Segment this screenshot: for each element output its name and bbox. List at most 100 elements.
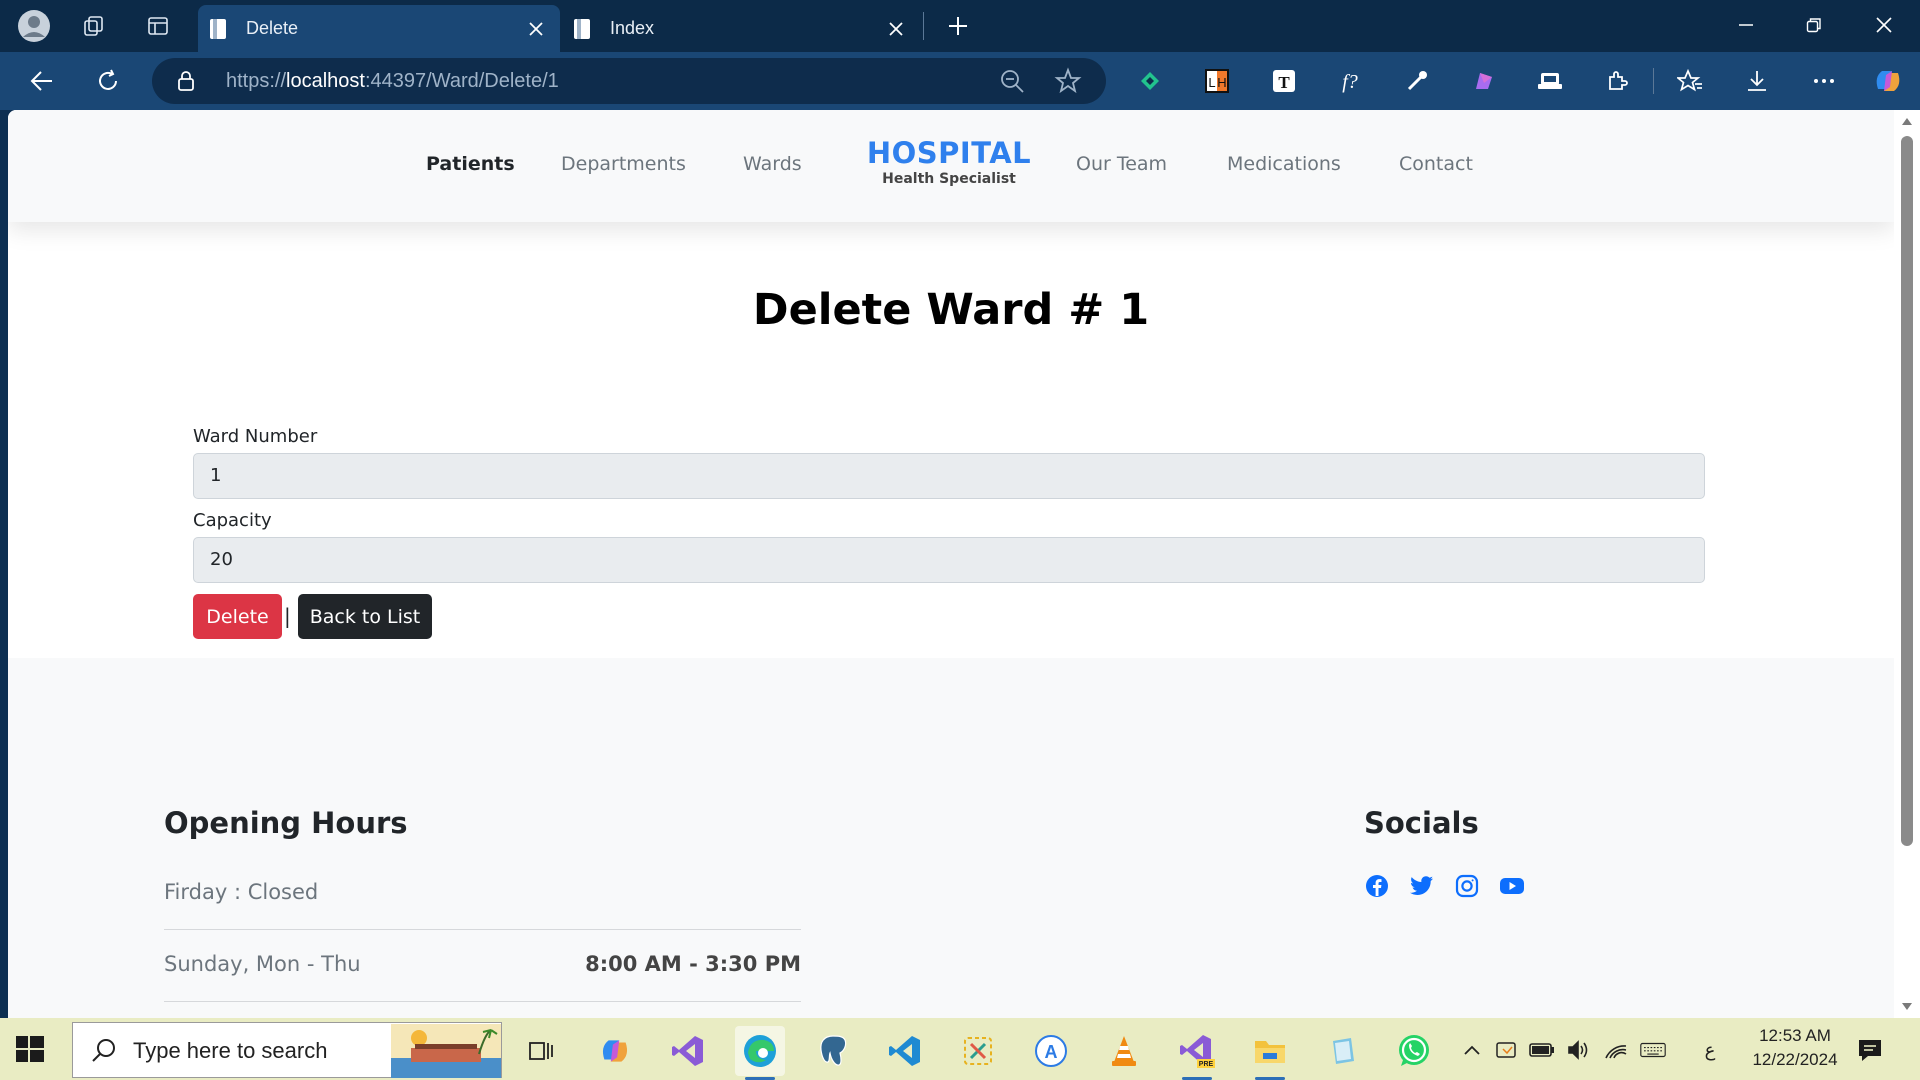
downloads-icon[interactable] [1741,65,1773,97]
copilot-app-icon[interactable] [590,1026,640,1076]
hours-row: Sunday, Mon - Thu 8:00 AM - 3:30 PM [164,930,801,1002]
search-icon [92,1039,115,1062]
hours-day: Sunday, Mon - Thu [164,952,361,976]
ward-number-field[interactable]: 1 [193,453,1705,499]
edge-browser-icon[interactable] [735,1026,785,1080]
site-footer: Opening Hours Firday : Closed Sunday, Mo… [8,658,1894,1018]
extensions-puzzle-icon[interactable] [1601,65,1633,97]
minimize-icon[interactable] [1712,0,1780,50]
facebook-icon[interactable] [1364,873,1390,899]
more-menu-icon[interactable] [1808,65,1840,97]
svg-text:PRE: PRE [1199,1061,1214,1068]
profile-icon[interactable] [16,8,52,44]
browser-tab-bar: Delete Index [0,0,1920,52]
page-title: Delete Ward # 1 [752,285,1150,335]
back-arrow-icon[interactable] [22,61,62,101]
visual-studio-icon[interactable] [663,1026,713,1076]
brand-title: HOSPITAL [866,136,1032,170]
task-view-icon[interactable] [516,1026,566,1076]
refresh-icon[interactable] [88,61,128,101]
close-window-icon[interactable] [1850,0,1918,50]
nav-patients[interactable]: Patients [426,153,515,175]
page-scrollbar[interactable] [1894,110,1920,1018]
tab-index[interactable]: Index [562,5,920,52]
address-bar[interactable]: https://localhost:44397/Ward/Delete/1 [152,58,1106,104]
notepad-icon[interactable] [1318,1026,1368,1076]
scrollbar-thumb[interactable] [1901,136,1913,846]
nav-contact[interactable]: Contact [1399,153,1473,175]
brand-logo[interactable]: HOSPITAL Health Specialist [864,136,1034,188]
capacity-label: Capacity [193,510,272,531]
scroll-down-icon[interactable] [1901,1000,1913,1012]
youtube-icon[interactable] [1499,873,1525,899]
app-store-icon[interactable]: A [1026,1026,1076,1076]
vlc-icon[interactable] [1099,1026,1149,1076]
page-viewport: Patients Departments Wards HOSPITAL Heal… [8,110,1894,1018]
page-icon [210,18,226,39]
keyboard-icon[interactable] [1640,1037,1666,1063]
text-extension-icon[interactable]: T [1268,65,1300,97]
nav-wards[interactable]: Wards [743,153,802,175]
nav-departments[interactable]: Departments [561,153,686,175]
show-hidden-icons-icon[interactable] [1459,1037,1485,1063]
hours-time: 8:00 AM - 3:30 PM [585,952,801,976]
delete-button[interactable]: Delete [193,594,282,639]
twitter-icon[interactable] [1409,873,1435,899]
svg-text:H: H [1217,75,1226,90]
taskbar-search-box[interactable]: Type here to search [72,1022,502,1078]
taskbar-clock[interactable]: 12:53 AM 12/22/2024 [1740,1024,1850,1072]
tab-actions-icon[interactable] [140,8,176,44]
whatsapp-icon[interactable] [1389,1026,1439,1076]
favorites-icon[interactable] [1674,65,1706,97]
svg-text:T: T [1278,73,1290,92]
notifications-icon[interactable] [1856,1036,1884,1064]
back-to-list-button[interactable]: Back to List [298,594,432,639]
volume-icon[interactable] [1566,1037,1592,1063]
hours-row: Firday : Closed [164,858,801,930]
windows-start-icon[interactable] [14,1033,46,1065]
workspaces-icon[interactable] [76,8,112,44]
close-tab-icon[interactable] [524,17,548,41]
page-icon [574,18,590,39]
restore-icon[interactable] [1780,0,1848,50]
screen-capture-icon[interactable] [1534,65,1566,97]
clock-date: 12/22/2024 [1752,1050,1838,1069]
vscode-icon[interactable] [880,1026,930,1076]
nav-medications[interactable]: Medications [1227,153,1341,175]
zoom-out-icon[interactable] [998,67,1026,95]
sync-status-icon[interactable] [1494,1037,1520,1063]
close-tab-icon[interactable] [884,17,908,41]
wifi-icon[interactable] [1603,1037,1629,1063]
postgresql-icon[interactable] [808,1026,858,1076]
instagram-icon[interactable] [1454,873,1480,899]
search-placeholder: Type here to search [133,1038,328,1063]
favorite-star-icon[interactable] [1054,67,1082,95]
svg-text:L: L [1208,75,1215,90]
hours-day: Firday : Closed [164,880,319,904]
new-tab-icon[interactable] [940,8,976,44]
scroll-up-icon[interactable] [1901,116,1913,128]
nav-our-team[interactable]: Our Team [1076,153,1167,175]
battery-icon[interactable] [1529,1037,1555,1063]
search-highlight-image-icon [391,1024,501,1078]
copilot-icon[interactable] [1872,65,1904,97]
capacity-field[interactable]: 20 [193,537,1705,583]
extension-gem-icon[interactable] [1134,65,1166,97]
input-language-indicator[interactable]: ع [1697,1037,1723,1063]
svg-text:A: A [1045,1042,1058,1062]
snipping-tool-icon[interactable] [953,1026,1003,1076]
tab-title: Index [610,18,655,38]
file-explorer-icon[interactable] [1245,1026,1295,1080]
url-text: https://localhost:44397/Ward/Delete/1 [226,70,559,92]
lighthouse-extension-icon[interactable]: LH [1201,65,1233,97]
clock-time: 12:53 AM [1759,1026,1831,1045]
font-finder-icon[interactable]: f? [1334,65,1366,97]
ward-number-label: Ward Number [193,426,318,447]
color-picker-icon[interactable] [1401,65,1433,97]
purple-extension-icon[interactable] [1468,65,1500,97]
tab-delete[interactable]: Delete [198,5,560,52]
lock-icon[interactable] [176,70,196,92]
visual-studio-preview-icon[interactable]: PRE [1172,1026,1222,1080]
brand-subtitle: Health Specialist [882,171,1016,187]
tab-divider [923,12,924,40]
